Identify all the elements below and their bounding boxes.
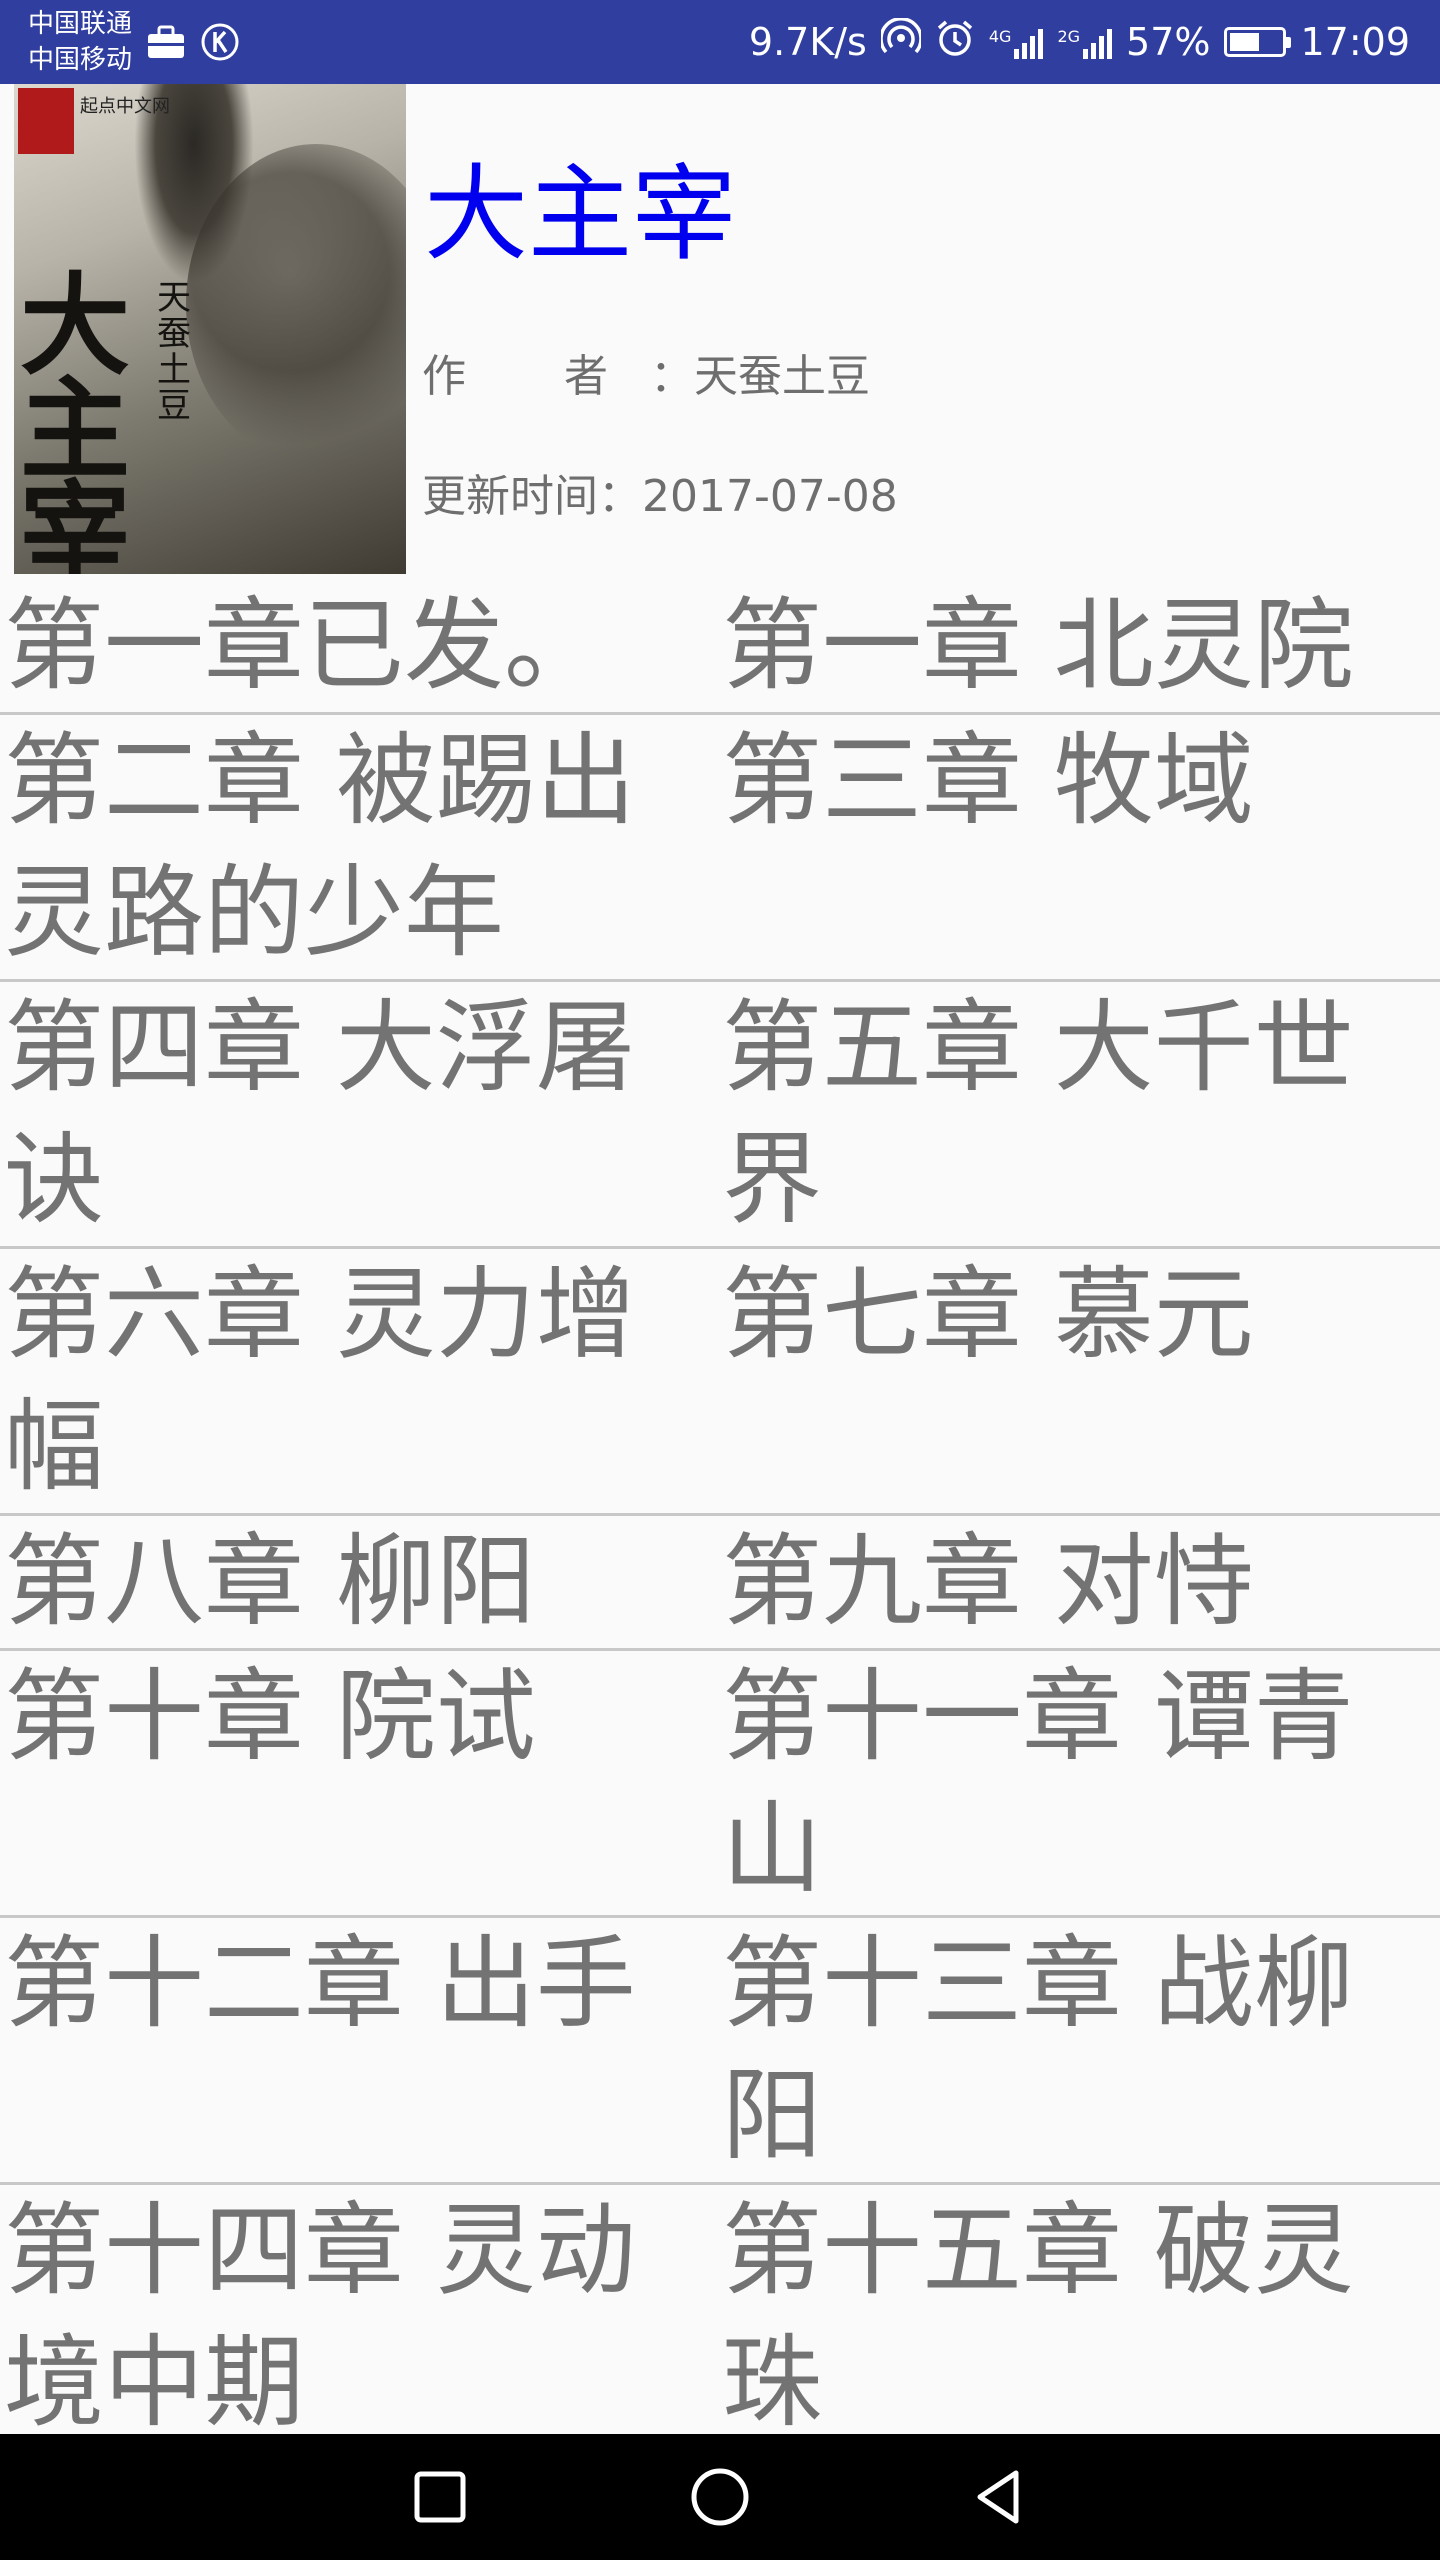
- navigation-bar: [0, 2434, 1440, 2560]
- book-header: 起点中文网 大主宰 天蚕土豆 大主宰 作 者：天蚕土豆 更新时间：2017-07…: [0, 84, 1440, 580]
- signal-icon-4g: 4G: [989, 25, 1044, 59]
- network-2g-tag: 2G: [1057, 27, 1081, 46]
- briefcase-icon: [146, 24, 186, 64]
- updated-date: 2017-07-08: [642, 471, 898, 522]
- carrier-info: 中国联通 中国移动: [28, 6, 132, 78]
- back-icon[interactable]: [920, 2434, 1080, 2560]
- status-bar: 中国联通 中国移动 9.7K/s 4G 2G 57% 17:09: [0, 0, 1440, 84]
- chapter-row: 第十二章 出手 第十三章 战柳阳: [0, 1918, 1440, 2185]
- carrier-1: 中国联通: [28, 9, 133, 39]
- chapter-list: 第一章已发。 第一章 北灵院 第二章 被踢出灵路的少年 第三章 牧域 第四章 大浮屠诀第…: [0, 580, 1440, 2452]
- chapter-row: 第四章 大浮屠诀 第五章 大千世界: [0, 982, 1440, 1249]
- chapter-item[interactable]: 第十一章 谭青山: [722, 1651, 1440, 1915]
- chapter-item[interactable]: 第二章 被踢出灵路的少年: [0, 715, 722, 979]
- clock: 17:09: [1300, 20, 1410, 64]
- chapter-item[interactable]: 第五章 大千世界: [722, 982, 1440, 1246]
- cover-publisher: 起点中文网: [80, 96, 170, 117]
- chapter-item[interactable]: 第九章 对恃: [722, 1516, 1440, 1648]
- chapter-item[interactable]: 第十章 院试: [0, 1651, 722, 1915]
- signal-icon-2g: 2G: [1057, 25, 1113, 59]
- chapter-row: 第八章 柳阳 第九章 对恃: [0, 1516, 1440, 1651]
- chapter-item[interactable]: 第三章 牧域: [722, 715, 1440, 979]
- alarm-icon: [935, 18, 975, 67]
- chapter-item[interactable]: 第十三章 战柳阳: [722, 1918, 1440, 2182]
- chapter-item[interactable]: 第七章 慕元: [722, 1249, 1440, 1513]
- k-app-icon: [200, 22, 240, 66]
- chapter-row: 第六章 灵力增幅 第七章 慕元: [0, 1249, 1440, 1516]
- chapter-item[interactable]: 第十四章 灵动境中期: [0, 2185, 722, 2449]
- chapter-item[interactable]: 第一章已发。: [0, 580, 722, 712]
- chapter-item[interactable]: 第十五章 破灵珠: [722, 2185, 1440, 2449]
- hotspot-icon: [879, 16, 923, 67]
- cover-title: 大主宰: [20, 261, 130, 575]
- cover-badge: [18, 88, 74, 154]
- carrier-2: 中国移动: [28, 45, 133, 75]
- updated-label: 更新时间：: [422, 471, 642, 522]
- chapter-row: 第二章 被踢出灵路的少年 第三章 牧域: [0, 715, 1440, 982]
- author-separator: ：: [650, 351, 694, 402]
- chapter-row: 第十章 院试 第十一章 谭青山: [0, 1651, 1440, 1918]
- author-name: 天蚕土豆: [694, 351, 870, 402]
- battery-percent: 57%: [1126, 20, 1211, 64]
- battery-icon: [1224, 27, 1292, 57]
- author-label: 作 者: [422, 351, 650, 402]
- recent-apps-icon[interactable]: [360, 2434, 520, 2560]
- network-4g-tag: 4G: [988, 27, 1012, 46]
- chapter-row: 第一章已发。 第一章 北灵院: [0, 580, 1440, 715]
- home-icon[interactable]: [640, 2434, 800, 2560]
- chapter-item[interactable]: 第一章 北灵院: [722, 580, 1440, 712]
- book-title: 大主宰: [424, 153, 737, 275]
- chapter-item[interactable]: 第六章 灵力增幅: [0, 1249, 722, 1513]
- chapter-item[interactable]: 第四章 大浮屠诀: [0, 982, 722, 1246]
- chapter-row: 第十四章 灵动境中期 第十五章 破灵珠: [0, 2185, 1440, 2452]
- book-updated-line: 更新时间：2017-07-08: [422, 460, 898, 524]
- book-cover-image[interactable]: 起点中文网 大主宰 天蚕土豆: [14, 84, 406, 574]
- net-speed: 9.7K/s: [748, 20, 867, 64]
- book-author-line: 作 者：天蚕土豆: [422, 340, 870, 404]
- chapter-item[interactable]: 第八章 柳阳: [0, 1516, 722, 1648]
- chapter-item[interactable]: 第十二章 出手: [0, 1918, 722, 2182]
- cover-author: 天蚕土豆: [157, 278, 191, 426]
